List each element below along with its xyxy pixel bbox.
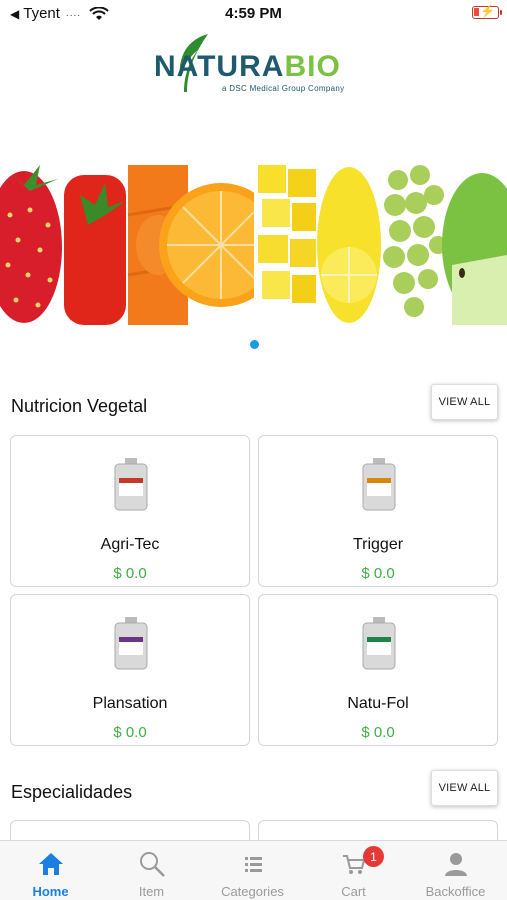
jerrycan-icon xyxy=(362,617,396,670)
jerrycan-icon xyxy=(114,458,148,511)
product-price: $ 0.0 xyxy=(361,565,395,582)
cart-count-badge: 1 xyxy=(363,846,384,867)
section-header-nutricion-vegetal: Nutricion Vegetal VIEW ALL xyxy=(0,384,507,424)
brand-logo: NATURABIO a DSC Medical Group Company xyxy=(0,32,507,93)
battery-icon: ⚡ xyxy=(472,4,502,19)
logo-wordmark: NATURABIO xyxy=(154,50,341,83)
tab-cart[interactable]: 1 Cart xyxy=(303,841,404,900)
bottom-tab-bar: Home Item Categories 1 Cart Backoffice xyxy=(0,840,507,900)
view-all-button[interactable]: VIEW ALL xyxy=(431,384,498,420)
list-icon xyxy=(244,857,262,872)
fruit-banner[interactable] xyxy=(0,155,507,330)
section-title: Especialidades xyxy=(11,782,133,802)
section-title: Nutricion Vegetal xyxy=(11,396,148,416)
tab-home[interactable]: Home xyxy=(0,841,101,900)
product-card[interactable]: Trigger $ 0.0 xyxy=(258,435,498,587)
product-price: $ 0.0 xyxy=(361,724,395,741)
tab-label: Backoffice xyxy=(425,884,486,899)
tab-label: Home xyxy=(32,884,69,899)
logo-tagline: a DSC Medical Group Company xyxy=(222,84,345,93)
tab-item[interactable]: Item xyxy=(101,841,202,900)
status-bar: ◀ Tyent .... 4:59 PM ⚡ xyxy=(0,0,507,26)
fruit-banner-image xyxy=(0,160,507,325)
tab-backoffice[interactable]: Backoffice xyxy=(404,841,507,900)
product-name: Trigger xyxy=(352,536,404,553)
product-price: $ 0.0 xyxy=(113,724,147,741)
jerrycan-icon xyxy=(362,458,396,511)
product-name: Agri-Tec xyxy=(100,536,160,553)
tab-categories[interactable]: Categories xyxy=(202,841,303,900)
product-price: $ 0.0 xyxy=(113,565,147,582)
home-icon xyxy=(38,853,63,875)
product-card[interactable]: Plansation $ 0.0 xyxy=(10,594,250,746)
carousel-page-indicator[interactable] xyxy=(250,340,259,349)
view-all-button[interactable]: VIEW ALL xyxy=(431,770,498,806)
search-icon xyxy=(139,852,165,877)
tab-label: Cart xyxy=(341,884,366,899)
product-card[interactable]: Agri-Tec $ 0.0 xyxy=(10,435,250,587)
section-header-especialidades: Especialidades VIEW ALL xyxy=(0,770,507,810)
person-icon xyxy=(444,853,467,876)
product-name: Natu-Fol xyxy=(347,695,409,712)
tab-label: Categories xyxy=(221,884,284,899)
product-card[interactable]: Natu-Fol $ 0.0 xyxy=(258,594,498,746)
jerrycan-icon xyxy=(114,617,148,670)
status-time: 4:59 PM xyxy=(225,5,282,22)
product-name: Plansation xyxy=(92,695,168,712)
tab-label: Item xyxy=(138,884,165,899)
